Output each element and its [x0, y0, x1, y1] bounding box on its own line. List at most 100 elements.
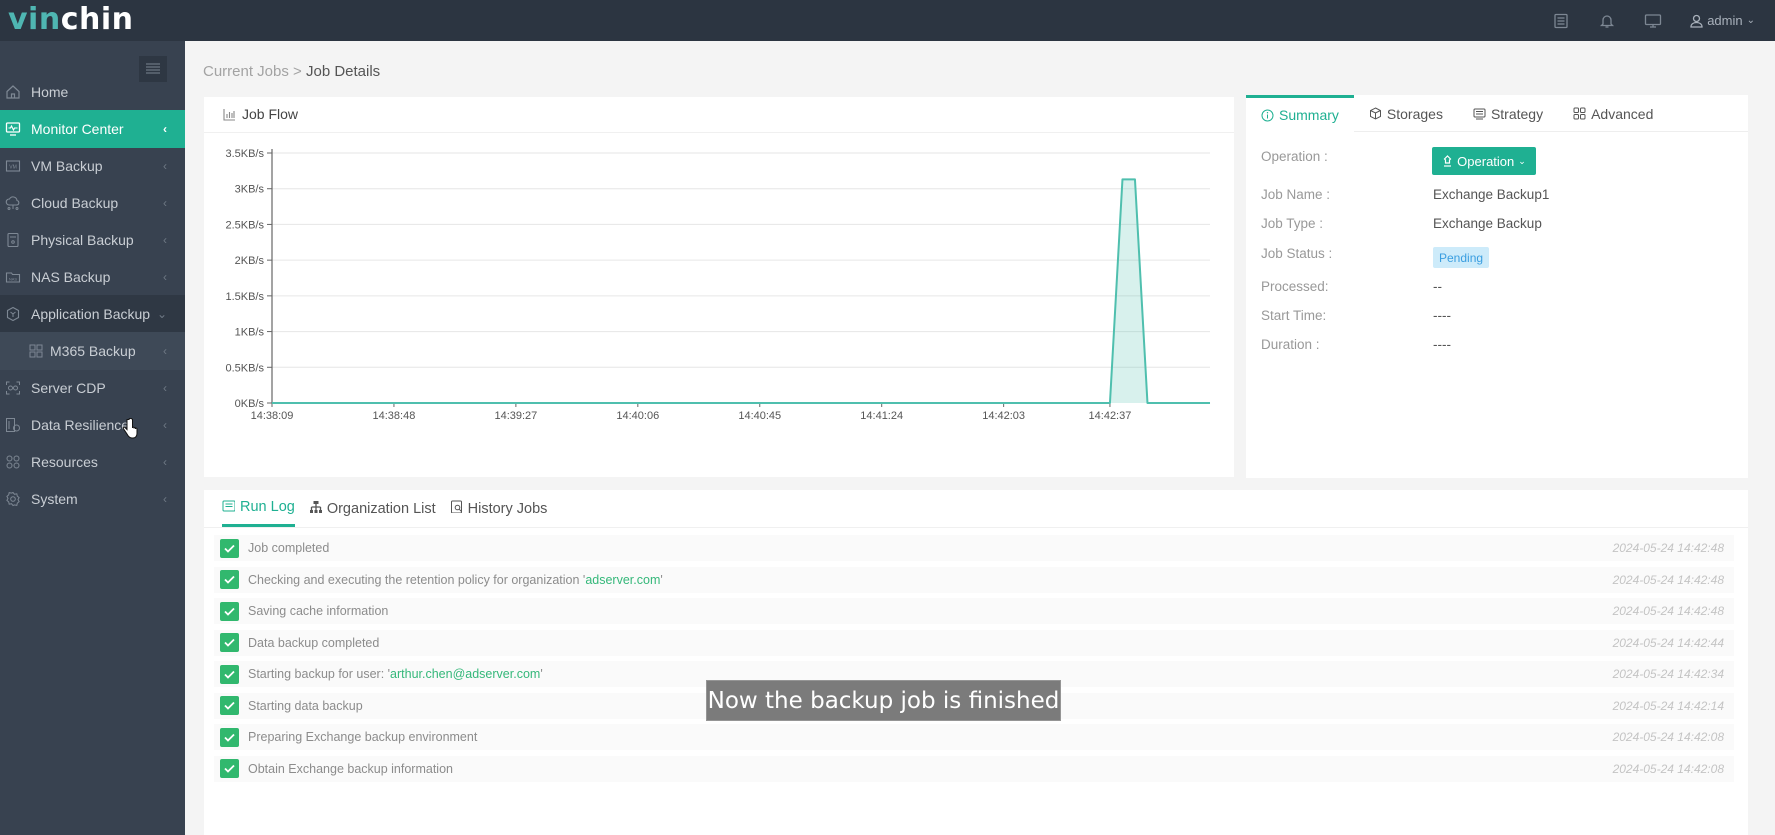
sidebar-item-application-backup[interactable]: Application Backup ⌄ — [0, 295, 185, 333]
x-tick-label: 14:39:27 — [494, 410, 537, 422]
processed-value: -- — [1433, 279, 1442, 294]
sidebar-item-data-resilience[interactable]: Data Resilience ‹ — [0, 406, 185, 444]
m365-icon — [28, 343, 44, 359]
job-name-label: Job Name : — [1261, 187, 1331, 202]
sidebar-item-label: VM Backup — [31, 158, 103, 174]
y-tick-label: 1KB/s — [235, 327, 265, 339]
tab-history-jobs[interactable]: History Jobs — [450, 490, 547, 527]
series-line — [272, 178, 1210, 404]
log-message: Saving cache information — [248, 604, 389, 618]
job-flow-title: Job Flow — [223, 106, 298, 122]
tab-run-log[interactable]: Run Log — [222, 490, 295, 527]
y-tick-label: 0.5KB/s — [225, 362, 264, 374]
vinchin-logo[interactable]: vinchin — [8, 2, 133, 37]
svg-text:NAS: NAS — [9, 277, 18, 282]
status-badge: Pending — [1433, 247, 1490, 268]
start-time-value: ---- — [1433, 308, 1451, 323]
log-timestamp: 2024-05-24 14:42:08 — [1612, 730, 1724, 744]
sidebar-item-label: Resources — [31, 454, 98, 470]
summary-tabs: Summary Storages Strategy Advanced — [1246, 95, 1748, 132]
tab-summary[interactable]: Summary — [1246, 95, 1354, 132]
tab-strategy[interactable]: Strategy — [1458, 95, 1558, 132]
monitor-center-icon — [5, 121, 21, 137]
log-highlight: arthur.chen@adserver.com — [390, 667, 541, 681]
chart-icon — [223, 108, 235, 121]
mouse-cursor-icon — [122, 417, 138, 445]
check-icon — [220, 633, 239, 652]
check-icon — [220, 601, 239, 621]
log-timestamp: 2024-05-24 14:42:48 — [1612, 604, 1724, 618]
x-tick-label: 14:38:09 — [251, 410, 294, 422]
y-tick-label: 3.5KB/s — [225, 148, 264, 160]
job-status-label: Job Status : — [1261, 246, 1333, 261]
tab-organization-list[interactable]: Organization List — [309, 490, 436, 527]
sidebar-item-cloud-backup[interactable]: Cloud Backup ‹ — [0, 184, 185, 222]
task-list-icon[interactable] — [1552, 12, 1570, 30]
sidebar: Home Monitor Center ‹ VM VM Backup ‹ Cloud Bac… — [0, 41, 185, 835]
cube-icon — [1369, 107, 1382, 120]
cdp-icon — [5, 380, 21, 396]
x-tick-label: 14:40:45 — [738, 410, 781, 422]
sidebar-item-nas-backup[interactable]: NAS NAS Backup ‹ — [0, 258, 185, 296]
chevron-left-icon: ‹ — [163, 492, 167, 506]
breadcrumb-current-jobs[interactable]: Current Jobs — [203, 63, 289, 80]
cloud-icon — [5, 195, 21, 211]
operation-icon — [1443, 155, 1452, 167]
grid-icon — [1573, 107, 1586, 120]
user-menu[interactable]: admin ⌄ — [1690, 13, 1755, 28]
log-row: Job completed 2024-05-24 14:42:48 — [214, 535, 1734, 561]
chevron-left-icon: ‹ — [163, 233, 167, 247]
bell-icon[interactable] — [1598, 12, 1616, 30]
log-message: Preparing Exchange backup environment — [248, 730, 478, 744]
y-tick-label: 1.5KB/s — [225, 291, 264, 303]
sidebar-item-label: Home — [31, 84, 69, 100]
y-tick-label: 0KB/s — [235, 398, 265, 410]
data-resilience-icon — [5, 417, 21, 433]
home-icon — [5, 84, 21, 100]
duration-value: ---- — [1433, 337, 1451, 352]
check-icon — [220, 727, 239, 747]
chevron-left-icon: ‹ — [163, 381, 167, 395]
sidebar-item-resources[interactable]: Resources ‹ — [0, 443, 185, 481]
job-flow-chart: 0KB/s 0.5KB/s 1KB/s 1.5KB/s 2KB/s 2.5KB/s 3KB/… — [225, 148, 1211, 422]
operation-button[interactable]: Operation ⌄ — [1432, 147, 1536, 175]
breadcrumb: Current Jobs > Job Details — [203, 63, 380, 80]
sidebar-item-server-cdp[interactable]: Server CDP ‹ — [0, 369, 185, 407]
y-tick-label: 2KB/s — [235, 255, 265, 267]
sidebar-item-label: Cloud Backup — [31, 195, 119, 211]
log-row: Data backup completed 2024-05-24 14:42:44 — [214, 629, 1734, 656]
strategy-icon — [1473, 107, 1486, 120]
x-tick-label: 14:42:37 — [1089, 410, 1132, 422]
sidebar-item-vm-backup[interactable]: VM VM Backup ‹ — [0, 147, 185, 185]
operation-label: Operation : — [1261, 149, 1328, 164]
monitor-icon[interactable] — [1644, 12, 1662, 30]
sidebar-item-monitor-center[interactable]: Monitor Center ‹ — [0, 110, 185, 148]
log-timestamp: 2024-05-24 14:42:48 — [1612, 572, 1724, 587]
tab-storages[interactable]: Storages — [1354, 95, 1458, 132]
job-name-value: Exchange Backup1 — [1433, 187, 1550, 202]
check-icon — [220, 664, 239, 684]
summary-panel: Summary Storages Strategy Advanced Operatio… — [1246, 95, 1748, 478]
svg-text:VM: VM — [9, 165, 17, 171]
divider — [204, 132, 1234, 133]
log-icon — [222, 499, 236, 516]
physical-server-icon — [5, 232, 21, 248]
sidebar-item-home[interactable]: Home — [0, 73, 185, 111]
series-area — [272, 179, 1210, 403]
y-tick-label: 3KB/s — [235, 184, 265, 196]
tab-advanced[interactable]: Advanced — [1558, 95, 1668, 132]
job-flow-panel: Job Flow 0KB/s 0.5KB/s 1KB/s 1.5KB/s 2KB/s 2.… — [204, 97, 1234, 477]
chevron-down-icon: ⌄ — [156, 307, 167, 321]
sidebar-item-physical-backup[interactable]: Physical Backup ‹ — [0, 221, 185, 259]
application-icon — [5, 306, 21, 322]
log-message: Checking and executing the retention pol… — [248, 572, 663, 587]
chevron-left-icon: ‹ — [163, 418, 167, 432]
org-icon — [309, 500, 322, 517]
log-row: Saving cache information 2024-05-24 14:42… — [214, 598, 1734, 624]
log-row: Obtain Exchange backup information 2024-0… — [214, 755, 1734, 782]
chevron-down-icon: ⌄ — [1518, 155, 1526, 166]
sidebar-item-label: Server CDP — [31, 380, 106, 396]
sidebar-item-m365-backup[interactable]: M365 Backup ‹ — [0, 332, 185, 370]
start-time-label: Start Time: — [1261, 308, 1327, 323]
sidebar-item-system[interactable]: System ‹ — [0, 480, 185, 518]
